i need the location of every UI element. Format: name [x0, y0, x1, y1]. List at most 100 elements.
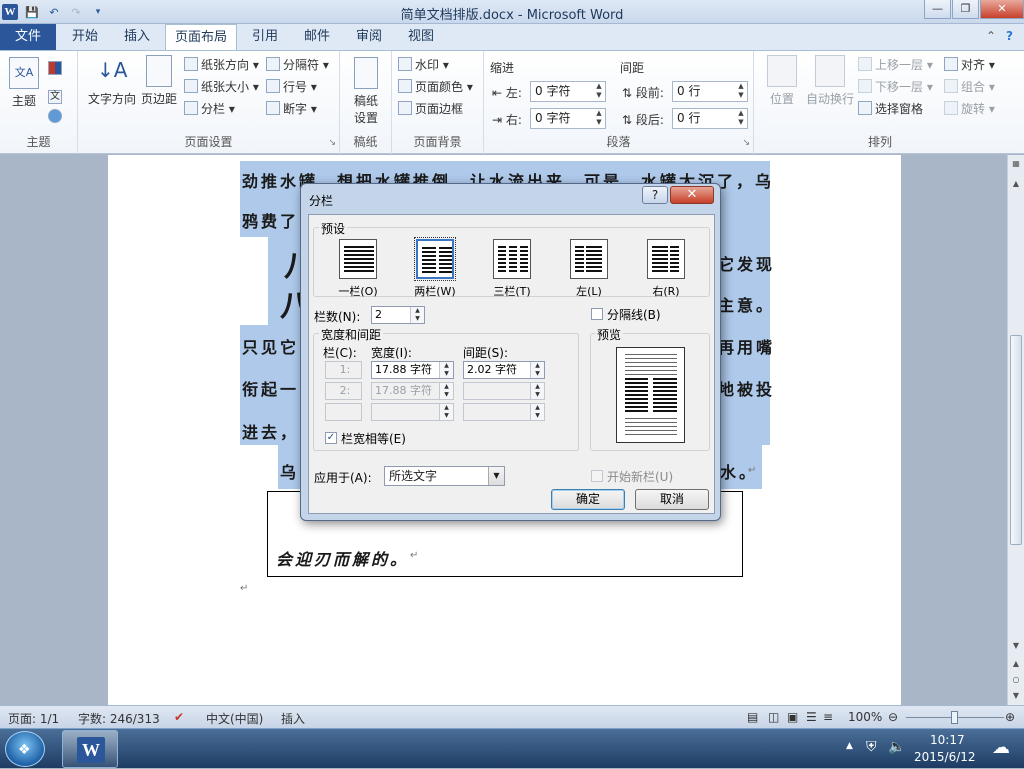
- page-setup-launcher-icon[interactable]: ↘: [328, 138, 336, 148]
- scrollbar-thumb[interactable]: [1010, 335, 1022, 545]
- preset-three-columns[interactable]: 三栏(T): [481, 239, 543, 299]
- web-layout-icon[interactable]: ▣: [787, 710, 798, 724]
- tab-page-layout[interactable]: 页面布局: [165, 24, 237, 51]
- preset-left[interactable]: 左(L): [558, 239, 620, 299]
- page-color-button[interactable]: 页面颜色 ▾: [398, 77, 473, 97]
- clock-time[interactable]: 10:17: [930, 733, 965, 747]
- zoom-out-icon[interactable]: ⊖: [888, 710, 898, 724]
- theme-fonts-icon[interactable]: 文: [48, 83, 65, 104]
- paragraph-launcher-icon[interactable]: ↘: [742, 138, 750, 148]
- position-button[interactable]: 位置: [762, 55, 802, 107]
- dialog-body: 预设 一栏(O) 两栏(W) 三栏(T) 左(L) 右(R) 栏数(N): 2 ▲…: [308, 214, 715, 514]
- group-button[interactable]: 组合 ▾: [944, 77, 995, 97]
- separator-line-checkbox[interactable]: [591, 308, 603, 320]
- wrap-text-button[interactable]: 自动换行: [804, 55, 856, 107]
- breaks-icon: [266, 57, 280, 71]
- rotate-button[interactable]: 旋转 ▾: [944, 99, 995, 119]
- equal-width-checkbox[interactable]: ✓: [325, 432, 337, 444]
- column-1-number: 1:: [325, 361, 362, 379]
- start-new-column-checkbox: [591, 470, 603, 482]
- zoom-level[interactable]: 100%: [848, 710, 882, 724]
- preset-one-column[interactable]: 一栏(O): [327, 239, 389, 299]
- zoom-in-icon[interactable]: ⊕: [1005, 710, 1015, 724]
- columns-button[interactable]: 分栏 ▾: [184, 99, 235, 119]
- preset-two-columns[interactable]: 两栏(W): [404, 237, 466, 299]
- restore-button[interactable]: ❐: [952, 0, 979, 19]
- dialog-help-button[interactable]: ?: [642, 186, 668, 204]
- breaks-button[interactable]: 分隔符 ▾: [266, 55, 329, 75]
- tab-references[interactable]: 引用: [242, 24, 288, 50]
- column-1-spacing-spinner-icon[interactable]: ▲ ▼: [530, 362, 544, 378]
- cancel-button[interactable]: 取消: [635, 489, 709, 510]
- minimize-button[interactable]: —: [924, 0, 951, 19]
- tab-view[interactable]: 视图: [398, 24, 444, 50]
- apply-to-select[interactable]: 所选文字 ▼: [384, 466, 505, 486]
- next-page-icon[interactable]: ▼: [1008, 691, 1024, 700]
- bring-forward-button[interactable]: 上移一层 ▾: [858, 55, 933, 75]
- outline-icon[interactable]: ☰: [806, 710, 817, 724]
- weather-icon[interactable]: ☁: [992, 737, 1010, 758]
- column-1-width-spinner-icon[interactable]: ▲ ▼: [439, 362, 453, 378]
- tab-insert[interactable]: 插入: [114, 24, 160, 50]
- browse-object-icon[interactable]: ○: [1008, 675, 1024, 684]
- volume-icon[interactable]: 🔈: [888, 739, 905, 755]
- send-backward-icon: [858, 79, 872, 93]
- ruler-toggle-icon[interactable]: ▦: [1008, 159, 1024, 168]
- column-1-width-input[interactable]: 17.88 字符 ▲ ▼: [371, 361, 454, 379]
- scroll-down-icon[interactable]: ▼: [1008, 641, 1024, 650]
- proofing-icon[interactable]: ✔: [174, 710, 184, 724]
- taskbar-word-button[interactable]: W: [62, 730, 118, 768]
- align-button[interactable]: 对齐 ▾: [944, 55, 995, 75]
- draft-icon[interactable]: ≡: [823, 710, 833, 724]
- themes-button[interactable]: 文A 主题: [6, 57, 42, 109]
- indent-left-input[interactable]: 0 字符 ▲ ▼: [530, 81, 606, 102]
- spacing-after-input[interactable]: 0 行 ▲ ▼: [672, 108, 748, 129]
- spacing-before-input[interactable]: 0 行 ▲ ▼: [672, 81, 748, 102]
- clock-date[interactable]: 2015/6/12: [914, 750, 976, 764]
- theme-colors-icon[interactable]: [48, 59, 65, 79]
- vertical-scrollbar[interactable]: ▦ ▲ ▼ ▲ ○ ▼: [1007, 155, 1024, 705]
- column-3-spacing-input: ▲ ▼: [463, 403, 545, 421]
- insert-mode[interactable]: 插入: [281, 710, 305, 727]
- theme-effects-icon[interactable]: [48, 107, 65, 127]
- tab-mailings[interactable]: 邮件: [294, 24, 340, 50]
- orientation-button[interactable]: 纸张方向 ▾: [184, 55, 259, 75]
- tab-home[interactable]: 开始: [62, 24, 108, 50]
- line-numbers-button[interactable]: 行号 ▾: [266, 77, 317, 97]
- dialog-close-button[interactable]: ✕: [670, 186, 714, 204]
- indent-right-input[interactable]: 0 字符 ▲ ▼: [530, 108, 606, 129]
- full-screen-reading-icon[interactable]: ◫: [768, 710, 779, 724]
- page-borders-button[interactable]: 页面边框: [398, 99, 463, 119]
- margins-button[interactable]: 页边距: [138, 55, 180, 107]
- start-button[interactable]: ❖: [5, 731, 45, 767]
- hyphenation-button[interactable]: 断字 ▾: [266, 99, 317, 119]
- doc-line: 只见它: [242, 338, 300, 357]
- language[interactable]: 中文(中国): [206, 710, 263, 727]
- send-backward-button[interactable]: 下移一层 ▾: [858, 77, 933, 97]
- indent-left-icon: ⇤: [492, 86, 503, 100]
- print-layout-icon[interactable]: ▤: [747, 710, 758, 724]
- manuscript-settings-button[interactable]: 稿纸 设置: [348, 57, 384, 126]
- size-button[interactable]: 纸张大小 ▾: [184, 77, 259, 97]
- security-icon[interactable]: ⛨: [866, 739, 877, 755]
- num-columns-spinner-icon[interactable]: ▲ ▼: [410, 307, 424, 323]
- tab-review[interactable]: 审阅: [346, 24, 392, 50]
- column-1-spacing-input[interactable]: 2.02 字符 ▲ ▼: [463, 361, 545, 379]
- minimize-ribbon-icon[interactable]: ⌃: [986, 29, 996, 43]
- num-columns-input[interactable]: 2 ▲ ▼: [371, 306, 425, 324]
- tray-expand-icon[interactable]: ▲: [846, 741, 853, 751]
- selection-pane-button[interactable]: 选择窗格: [858, 99, 923, 119]
- previous-page-icon[interactable]: ▲: [1008, 659, 1024, 668]
- tab-file[interactable]: 文件: [0, 24, 56, 50]
- scroll-up-icon[interactable]: ▲: [1008, 179, 1024, 188]
- preset-right[interactable]: 右(R): [635, 239, 697, 299]
- zoom-slider-thumb[interactable]: [951, 711, 958, 724]
- page-count[interactable]: 页面: 1/1: [8, 710, 59, 727]
- ok-button[interactable]: 确定: [551, 489, 625, 510]
- close-window-button[interactable]: ✕: [980, 0, 1024, 19]
- help-icon[interactable]: ?: [1006, 29, 1013, 43]
- text-direction-button[interactable]: ↓A 文字方向: [86, 55, 138, 107]
- word-count[interactable]: 字数: 246/313: [78, 710, 160, 727]
- chevron-down-icon[interactable]: ▼: [488, 467, 504, 485]
- watermark-button[interactable]: 水印 ▾: [398, 55, 449, 75]
